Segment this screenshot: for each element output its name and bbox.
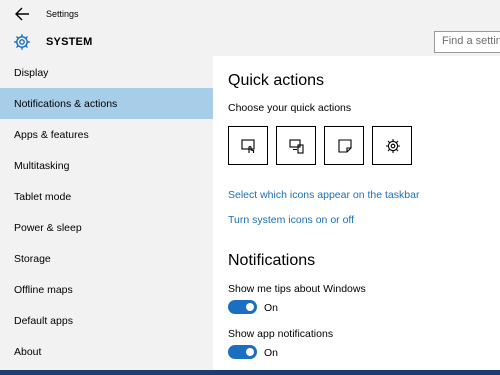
sidebar-item-default-apps[interactable]: Default apps <box>0 305 213 336</box>
sidebar-item-offline-maps[interactable]: Offline maps <box>0 274 213 305</box>
quick-action-note-button[interactable] <box>324 126 364 165</box>
page-title: SYSTEM <box>46 36 93 48</box>
toggle-knob <box>246 348 254 356</box>
gear-icon <box>13 33 31 51</box>
sidebar-item-tablet-mode[interactable]: Tablet mode <box>0 181 213 212</box>
sidebar-item-storage[interactable]: Storage <box>0 243 213 274</box>
project-icon <box>289 139 304 154</box>
notifications-heading: Notifications <box>228 252 316 269</box>
tips-toggle-state: On <box>264 302 279 314</box>
quick-actions-heading: Quick actions <box>228 72 325 89</box>
quick-action-settings-button[interactable] <box>372 126 412 165</box>
search-input[interactable]: Find a setting <box>434 31 500 53</box>
app-notifications-label: Show app notifications <box>228 328 334 340</box>
taskbar-icons-link[interactable]: Select which icons appear on the taskbar <box>228 189 419 201</box>
quick-action-project-button[interactable] <box>276 126 316 165</box>
window-title: Settings <box>46 9 79 19</box>
app-notifications-toggle-state: On <box>264 347 279 359</box>
sidebar: Display Notifications & actions Apps & f… <box>0 56 213 370</box>
sidebar-item-display[interactable]: Display <box>0 57 213 88</box>
sidebar-item-multitasking[interactable]: Multitasking <box>0 150 213 181</box>
system-icons-link[interactable]: Turn system icons on or off <box>228 214 354 226</box>
tips-setting-label: Show me tips about Windows <box>228 283 366 295</box>
note-icon <box>338 139 352 153</box>
main-content: Quick actions Choose your quick actions <box>213 56 500 370</box>
app-notifications-toggle[interactable] <box>228 345 257 359</box>
sidebar-item-power-sleep[interactable]: Power & sleep <box>0 212 213 243</box>
page-header: SYSTEM Find a setting <box>0 28 500 56</box>
back-arrow-icon[interactable] <box>14 7 30 21</box>
sidebar-item-notifications-actions[interactable]: Notifications & actions <box>0 88 213 119</box>
title-bar: Settings <box>0 0 500 28</box>
sidebar-item-about[interactable]: About <box>0 336 213 367</box>
toggle-knob <box>246 303 254 311</box>
sidebar-item-apps-features[interactable]: Apps & features <box>0 119 213 150</box>
taskbar <box>0 370 500 375</box>
settings-gear-icon <box>386 139 400 153</box>
quick-action-tablet-mode-button[interactable] <box>228 126 268 165</box>
quick-actions-subheading: Choose your quick actions <box>228 102 352 114</box>
tips-toggle[interactable] <box>228 300 257 314</box>
tablet-mode-icon <box>241 139 255 153</box>
